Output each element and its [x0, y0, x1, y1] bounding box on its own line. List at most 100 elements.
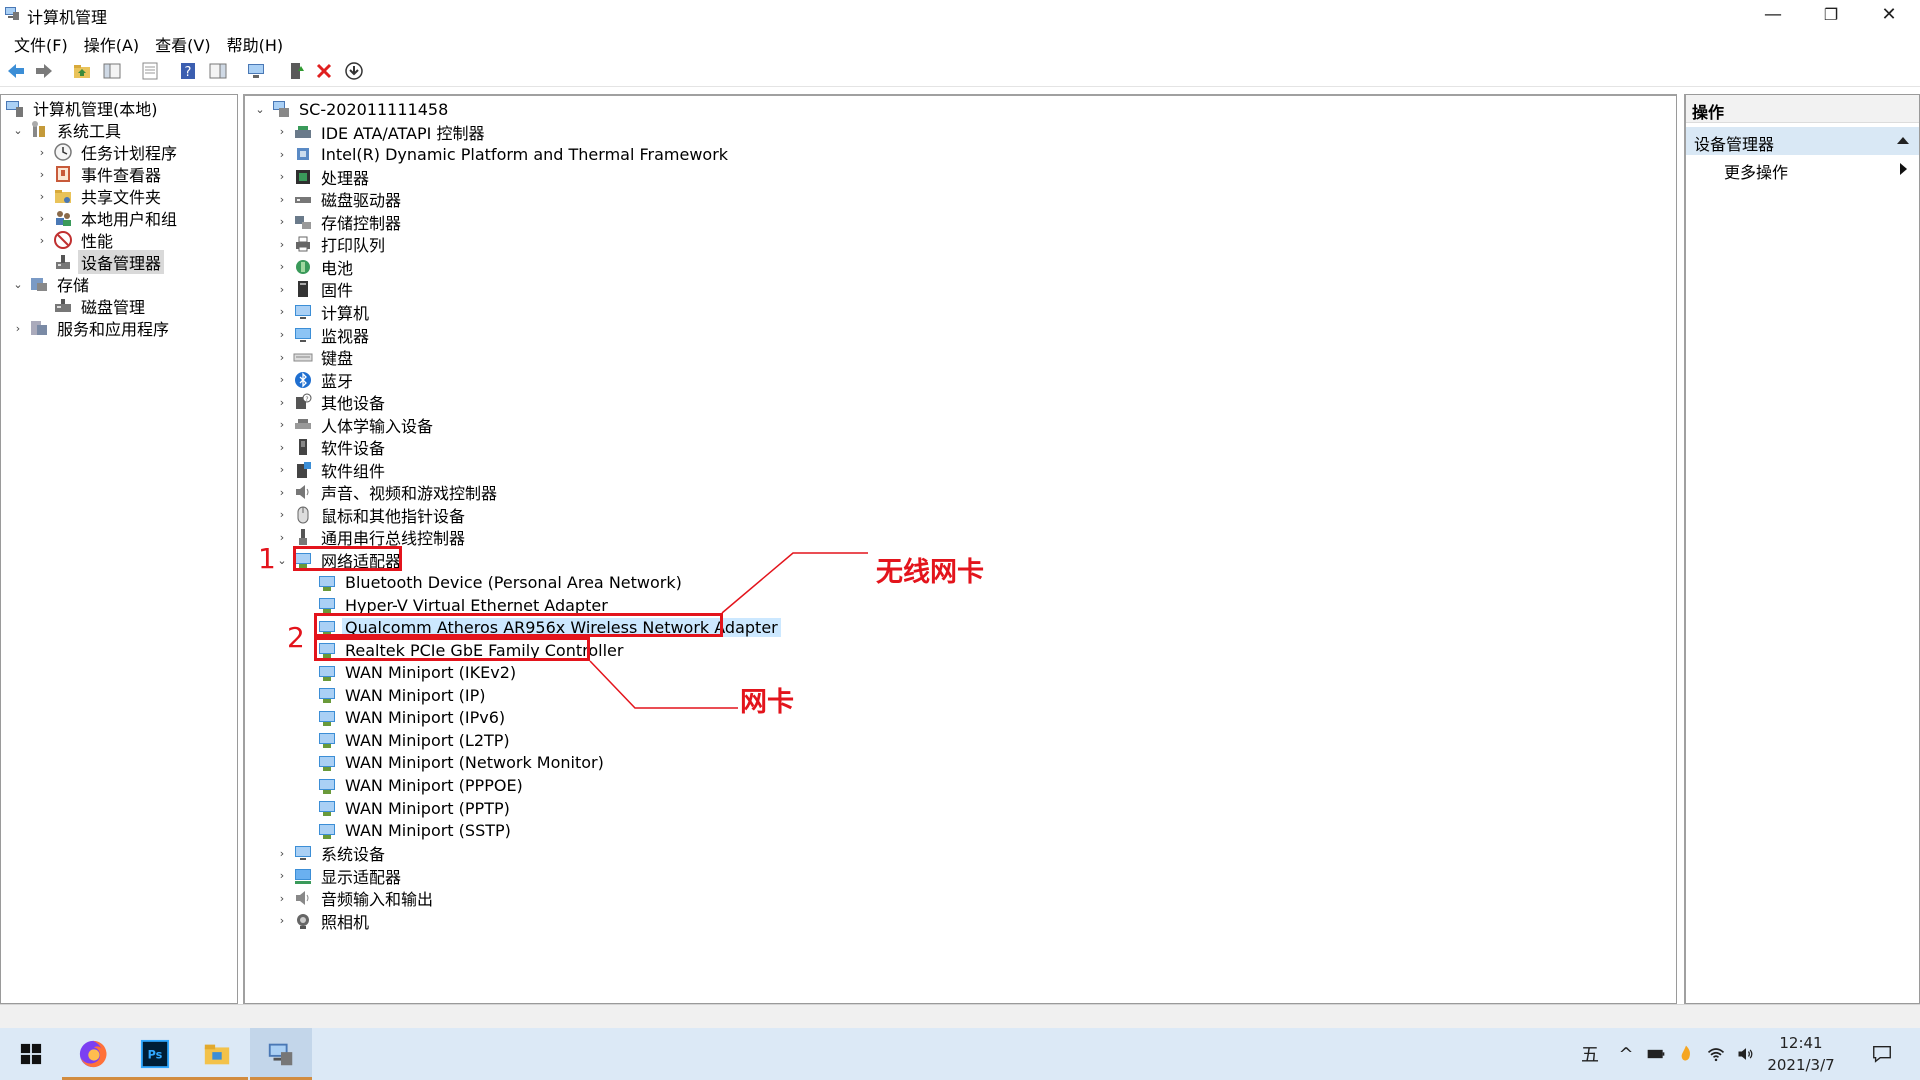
chevron-right-icon[interactable]: › — [275, 121, 289, 143]
device-category[interactable]: › 存储控制器 — [275, 211, 404, 233]
chevron-right-icon[interactable]: › — [275, 143, 289, 165]
device-category[interactable]: › Intel(R) Dynamic Platform and Thermal F… — [275, 143, 731, 165]
menu-file[interactable]: 文件(F) — [6, 30, 76, 55]
tree-item-performance[interactable]: › 性能 — [35, 229, 116, 251]
tree-item-device-manager[interactable]: 设备管理器 — [35, 250, 165, 274]
chevron-right-icon[interactable]: › — [275, 233, 289, 255]
taskbar-firefox[interactable] — [62, 1028, 124, 1080]
menu-view[interactable]: 查看(V) — [147, 30, 218, 55]
device-category[interactable]: › 蓝牙 — [275, 369, 356, 391]
device-category[interactable]: ›? 其他设备 — [275, 391, 388, 413]
device-category[interactable]: › 软件组件 — [275, 459, 388, 481]
tree-item-services-apps[interactable]: › 服务和应用程序 — [11, 317, 172, 339]
download-icon[interactable] — [342, 59, 366, 83]
chevron-right-icon[interactable]: › — [275, 211, 289, 233]
scan-hardware-icon[interactable] — [244, 59, 268, 83]
collapse-arrow-icon[interactable] — [1897, 137, 1909, 144]
tree-item-computer-management[interactable]: 计算机管理(本地) — [5, 97, 161, 119]
show-hidden-icons-chevron[interactable]: ^ — [1612, 1028, 1640, 1080]
chevron-right-icon[interactable]: › — [275, 188, 289, 210]
action-pane-icon[interactable] — [206, 59, 230, 83]
chevron-right-icon[interactable]: › — [275, 436, 289, 458]
chevron-right-icon[interactable]: › — [35, 185, 49, 207]
chevron-right-icon[interactable]: › — [275, 910, 289, 932]
ime-indicator[interactable]: 五 — [1576, 1028, 1604, 1080]
device-category[interactable]: › 打印队列 — [275, 233, 388, 255]
back-arrow-icon[interactable] — [4, 59, 28, 83]
chevron-right-icon[interactable]: › — [275, 324, 289, 346]
taskbar-computer-management[interactable] — [250, 1028, 312, 1080]
device-category[interactable]: › 音频输入和输出 — [275, 887, 436, 909]
restore-button[interactable]: ❐ — [1802, 0, 1860, 28]
device-category[interactable]: › 监视器 — [275, 324, 372, 346]
tree-item-local-users[interactable]: › 本地用户和组 — [35, 207, 180, 229]
device-tree-root[interactable]: ⌄ SC-202011111458 — [253, 98, 451, 120]
device-category[interactable]: › 声音、视频和游戏控制器 — [275, 481, 500, 503]
network-adapter-item[interactable]: WAN Miniport (SSTP) — [299, 820, 514, 842]
chevron-down-icon[interactable]: ⌄ — [11, 119, 25, 141]
forward-arrow-icon[interactable] — [32, 59, 56, 83]
help-icon[interactable]: ? — [176, 59, 200, 83]
tree-item-event-viewer[interactable]: › 事件查看器 — [35, 163, 164, 185]
tree-item-system-tools[interactable]: ⌄ 系统工具 — [11, 119, 124, 141]
network-adapter-item[interactable]: WAN Miniport (IKEv2) — [299, 662, 519, 684]
network-adapter-item[interactable]: WAN Miniport (IP) — [299, 684, 489, 706]
device-category[interactable]: › IDE ATA/ATAPI 控制器 — [275, 121, 487, 143]
actions-section-device-manager[interactable]: 设备管理器 — [1686, 127, 1919, 155]
chevron-right-icon[interactable]: › — [275, 346, 289, 368]
tree-item-disk-management[interactable]: 磁盘管理 — [35, 295, 148, 317]
network-adapter-item[interactable]: Qualcomm Atheros AR956x Wireless Network… — [299, 617, 781, 639]
chevron-right-icon[interactable]: › — [275, 481, 289, 503]
network-adapter-item[interactable]: WAN Miniport (PPTP) — [299, 797, 513, 819]
menu-action[interactable]: 操作(A) — [76, 30, 147, 55]
chevron-right-icon[interactable]: › — [275, 369, 289, 391]
chevron-right-icon[interactable]: › — [275, 842, 289, 864]
chevron-right-icon[interactable]: › — [35, 141, 49, 163]
chevron-right-icon[interactable]: › — [275, 166, 289, 188]
chevron-down-icon[interactable]: ⌄ — [253, 98, 267, 120]
update-driver-icon[interactable] — [284, 59, 308, 83]
taskbar-file-explorer[interactable] — [186, 1028, 248, 1080]
device-category[interactable]: › 电池 — [275, 256, 356, 278]
battery-tray-icon[interactable] — [1642, 1028, 1670, 1080]
chevron-right-icon[interactable]: › — [275, 504, 289, 526]
network-adapter-item[interactable]: WAN Miniport (L2TP) — [299, 729, 513, 751]
chevron-down-icon[interactable]: ⌄ — [275, 549, 289, 571]
chevron-right-icon[interactable]: › — [275, 526, 289, 548]
security-tray-icon[interactable] — [1672, 1028, 1700, 1080]
device-category[interactable]: › 计算机 — [275, 301, 372, 323]
device-category[interactable]: › 磁盘驱动器 — [275, 188, 404, 210]
network-adapter-item[interactable]: WAN Miniport (Network Monitor) — [299, 752, 607, 774]
device-category[interactable]: › 软件设备 — [275, 436, 388, 458]
menu-help[interactable]: 帮助(H) — [219, 30, 292, 55]
network-adapter-item[interactable]: WAN Miniport (PPPOE) — [299, 775, 526, 797]
chevron-right-icon[interactable]: › — [11, 317, 25, 339]
network-adapter-item[interactable]: WAN Miniport (IPv6) — [299, 707, 508, 729]
chevron-right-icon[interactable]: › — [35, 229, 49, 251]
chevron-right-icon[interactable]: › — [35, 163, 49, 185]
close-button[interactable]: ✕ — [1860, 0, 1918, 28]
device-category[interactable]: › 人体学输入设备 — [275, 414, 436, 436]
tree-item-task-scheduler[interactable]: › 任务计划程序 — [35, 141, 180, 163]
tree-item-storage[interactable]: ⌄ 存储 — [11, 273, 92, 295]
chevron-right-icon[interactable]: › — [275, 459, 289, 481]
properties-icon[interactable] — [138, 59, 162, 83]
taskbar-clock[interactable]: 12:41 2021/3/7 — [1746, 1032, 1856, 1076]
device-category[interactable]: › 鼠标和其他指针设备 — [275, 504, 468, 526]
chevron-right-icon[interactable]: › — [275, 414, 289, 436]
taskbar-photoshop[interactable]: Ps — [124, 1028, 186, 1080]
more-actions-link[interactable]: 更多操作 — [1724, 159, 1788, 183]
show-hide-tree-icon[interactable] — [100, 59, 124, 83]
network-adapter-item[interactable]: Bluetooth Device (Personal Area Network) — [299, 572, 685, 594]
device-category[interactable]: › 显示适配器 — [275, 865, 404, 887]
up-folder-icon[interactable] — [70, 59, 94, 83]
device-category-network-adapters[interactable]: ⌄ 网络适配器 — [275, 549, 404, 571]
chevron-right-icon[interactable]: › — [275, 256, 289, 278]
wifi-tray-icon[interactable] — [1702, 1028, 1730, 1080]
minimize-button[interactable]: — — [1744, 0, 1802, 28]
network-adapter-item[interactable]: Realtek PCIe GbE Family Controller — [299, 639, 626, 661]
chevron-right-icon[interactable]: › — [275, 865, 289, 887]
chevron-right-icon[interactable]: › — [275, 391, 289, 413]
device-category[interactable]: › 照相机 — [275, 910, 372, 932]
chevron-right-icon[interactable]: › — [275, 301, 289, 323]
